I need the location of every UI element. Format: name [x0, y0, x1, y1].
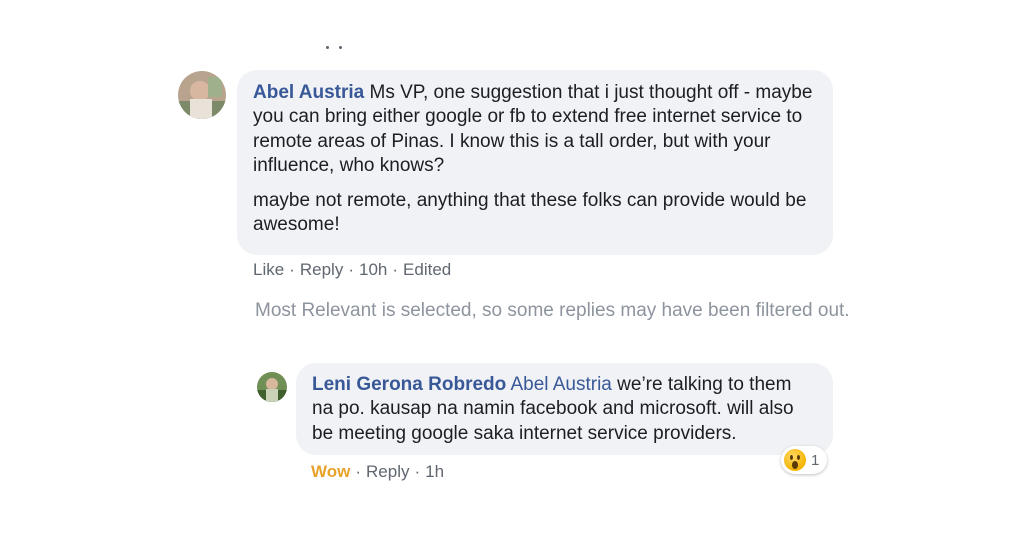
separator: ·: [289, 260, 295, 279]
reply-author-link[interactable]: Leni Gerona Robredo: [312, 374, 506, 395]
separator: ·: [392, 260, 399, 279]
reply-bubble: Leni Gerona Robredo Abel Austria we’re t…: [296, 363, 833, 455]
truncated-ellipsis: [322, 38, 352, 52]
edited-label[interactable]: Edited: [403, 260, 451, 279]
comment-actions: Like · Reply · 10h · Edited: [253, 260, 451, 280]
timestamp-link[interactable]: 1h: [425, 462, 444, 481]
reaction-count: 1: [811, 451, 820, 469]
avatar-leni-robredo[interactable]: [257, 372, 287, 402]
comment-paragraph-2: maybe not remote, anything that these fo…: [253, 189, 807, 236]
avatar-abel-austria[interactable]: [178, 71, 226, 119]
reply-link[interactable]: Reply: [366, 462, 409, 481]
like-link[interactable]: Like: [253, 260, 284, 279]
wow-emoji-icon: [784, 449, 806, 471]
reply-paragraph: Leni Gerona Robredo Abel Austria we’re t…: [312, 373, 817, 446]
timestamp-link[interactable]: 10h: [359, 260, 387, 279]
separator: ·: [348, 260, 354, 279]
mention-link[interactable]: Abel Austria: [510, 374, 611, 395]
comment-author-link[interactable]: Abel Austria: [253, 82, 364, 103]
comment-bubble: Abel Austria Ms VP, one suggestion that …: [237, 70, 833, 255]
separator: ·: [414, 462, 421, 481]
comment-paragraph-1: Abel Austria Ms VP, one suggestion that …: [253, 81, 817, 179]
reply-link[interactable]: Reply: [300, 260, 343, 279]
reaction-badge[interactable]: 1: [781, 446, 828, 474]
reply-actions: Wow · Reply · 1h: [311, 462, 444, 482]
separator: ·: [355, 462, 362, 481]
filter-notice: Most Relevant is selected, so some repli…: [255, 300, 850, 321]
wow-reaction-link[interactable]: Wow: [311, 462, 350, 481]
